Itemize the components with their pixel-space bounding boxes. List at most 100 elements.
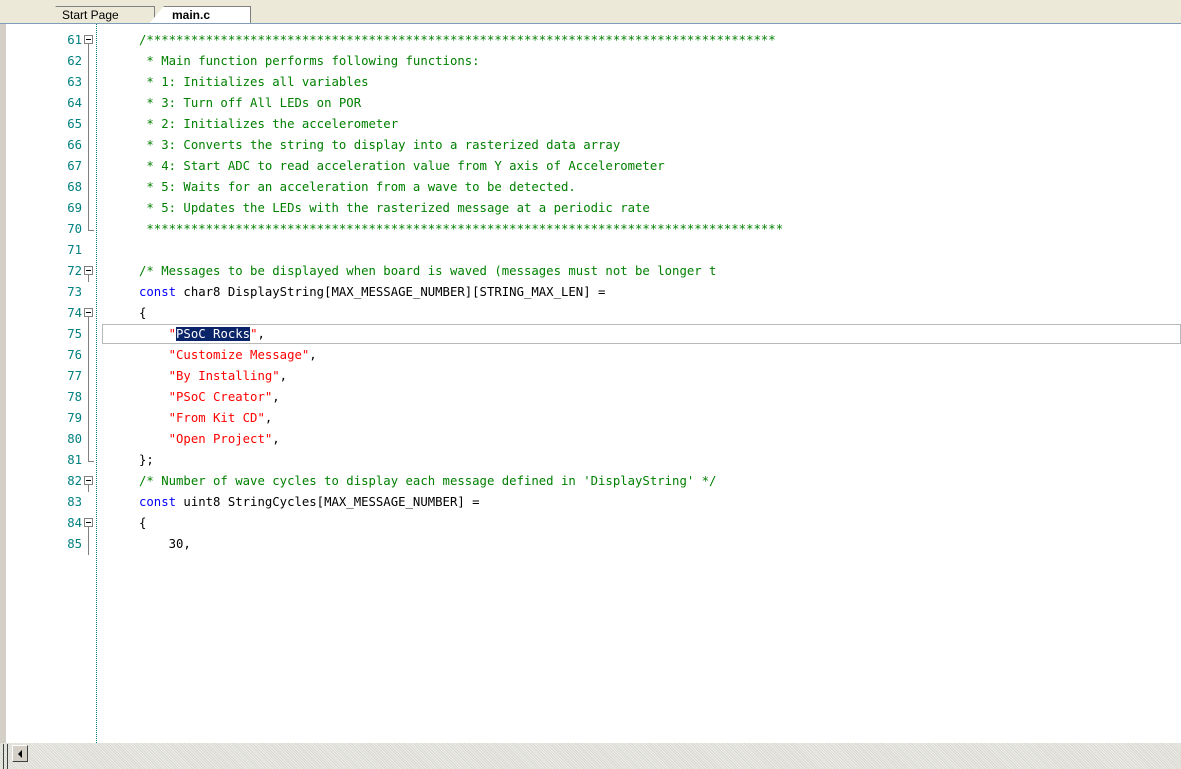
code-token: "By Installing" <box>139 369 280 383</box>
fold-guide <box>84 408 95 429</box>
fold-end-guide <box>84 450 95 471</box>
code-text[interactable]: * 3: Turn off All LEDs on POR <box>139 93 361 114</box>
code-text[interactable]: * 2: Initializes the accelerometer <box>139 114 398 135</box>
code-line[interactable]: 61 /*************************************… <box>6 30 1181 51</box>
code-token: * 5: Updates the LEDs with the rasterize… <box>139 201 650 215</box>
code-line[interactable]: 84 { <box>6 513 1181 534</box>
code-token: "Customize Message" <box>139 348 310 362</box>
code-text[interactable]: "From Kit CD", <box>139 408 273 429</box>
code-line[interactable]: 80 "Open Project", <box>6 429 1181 450</box>
code-token: * 5: Waits for an acceleration from a wa… <box>139 180 576 194</box>
code-line[interactable]: 67 * 4: Start ADC to read acceleration v… <box>6 156 1181 177</box>
line-number: 76 <box>67 348 82 362</box>
code-line[interactable]: 63 * 1: Initializes all variables <box>6 72 1181 93</box>
line-number: 70 <box>67 222 82 236</box>
code-token: "From Kit CD" <box>139 411 265 425</box>
code-line[interactable]: 72 /* Messages to be displayed when board… <box>6 261 1181 282</box>
code-text[interactable]: /***************************************… <box>139 30 776 51</box>
code-text[interactable]: * 3: Converts the string to display into… <box>139 135 620 156</box>
code-text[interactable]: * 1: Initializes all variables <box>139 72 368 93</box>
collapse-toggle-icon[interactable] <box>84 261 95 282</box>
code-text[interactable]: /* Messages to be displayed when board i… <box>139 261 716 282</box>
fold-guide <box>84 198 95 219</box>
code-token: { <box>139 306 147 320</box>
line-number: 74 <box>67 306 82 320</box>
code-token: /* Messages to be displayed when board i… <box>139 264 717 278</box>
code-text[interactable]: "Open Project", <box>139 429 280 450</box>
code-line[interactable]: 77 "By Installing", <box>6 366 1181 387</box>
code-token: 30, <box>139 537 191 551</box>
code-text[interactable]: ****************************************… <box>139 219 783 240</box>
code-text[interactable]: "By Installing", <box>139 366 287 387</box>
collapse-toggle-icon[interactable] <box>84 471 95 492</box>
code-line[interactable]: 71 <box>6 240 1181 261</box>
code-line[interactable]: 66 * 3: Converts the string to display i… <box>6 135 1181 156</box>
code-line[interactable]: 76 "Customize Message", <box>6 345 1181 366</box>
line-number: 85 <box>67 537 82 551</box>
code-editor[interactable]: 61 /*************************************… <box>6 24 1181 743</box>
code-line[interactable]: 83 const uint8 StringCycles[MAX_MESSAGE_N… <box>6 492 1181 513</box>
line-number: 63 <box>67 75 82 89</box>
code-line[interactable]: 68 * 5: Waits for an acceleration from a… <box>6 177 1181 198</box>
line-number: 79 <box>67 411 82 425</box>
tab-strip: Start Page main.c <box>0 0 1181 25</box>
splitter-mark <box>7 744 8 769</box>
code-text[interactable]: 30, <box>139 534 191 555</box>
code-text[interactable]: }; <box>139 450 154 471</box>
code-text[interactable]: "PSoC Creator", <box>139 387 280 408</box>
horizontal-scrollbar[interactable] <box>0 743 1181 769</box>
code-line[interactable]: 62 * Main function performs following fu… <box>6 51 1181 72</box>
fold-guide <box>84 387 95 408</box>
code-line[interactable]: 70 *************************************… <box>6 219 1181 240</box>
line-number: 72 <box>67 264 82 278</box>
line-number: 65 <box>67 117 82 131</box>
code-token: uint8 StringCycles[MAX_MESSAGE_NUMBER] = <box>183 495 480 509</box>
code-text[interactable]: * 5: Updates the LEDs with the rasterize… <box>139 198 650 219</box>
code-text[interactable]: "PSoC Rocks", <box>139 324 265 345</box>
line-number: 71 <box>67 243 82 257</box>
tab-start-page[interactable]: Start Page <box>40 6 155 24</box>
code-line[interactable]: 74 { <box>6 303 1181 324</box>
code-line[interactable]: 64 * 3: Turn off All LEDs on POR <box>6 93 1181 114</box>
code-token: const <box>139 495 184 509</box>
collapse-toggle-icon[interactable] <box>84 513 95 534</box>
code-line[interactable]: 82 /* Number of wave cycles to display ea… <box>6 471 1181 492</box>
code-token: , <box>279 369 288 383</box>
code-token: * Main function performs following funct… <box>139 54 480 68</box>
line-number: 66 <box>67 138 82 152</box>
fold-guide <box>84 114 95 135</box>
code-token: /* Number of wave cycles to display each… <box>139 474 717 488</box>
code-text[interactable]: { <box>139 303 146 324</box>
code-token: * 2: Initializes the accelerometer <box>139 117 399 131</box>
collapse-toggle-icon[interactable] <box>84 303 95 324</box>
code-text[interactable]: { <box>139 513 146 534</box>
fold-guide <box>84 345 95 366</box>
code-token: const <box>139 285 184 299</box>
code-text[interactable]: * Main function performs following funct… <box>139 51 480 72</box>
code-text[interactable]: const char8 DisplayString[MAX_MESSAGE_NU… <box>139 282 605 303</box>
code-line[interactable]: 78 "PSoC Creator", <box>6 387 1181 408</box>
code-line[interactable]: 73 const char8 DisplayString[MAX_MESSAGE_… <box>6 282 1181 303</box>
code-text[interactable]: * 5: Waits for an acceleration from a wa… <box>139 177 576 198</box>
line-number: 81 <box>67 453 82 467</box>
code-line[interactable]: 75 "PSoC Rocks", <box>6 324 1181 345</box>
scroll-left-arrow-icon[interactable] <box>12 745 28 762</box>
code-line[interactable]: 81}; <box>6 450 1181 471</box>
line-number: 78 <box>67 390 82 404</box>
line-number: 75 <box>67 327 82 341</box>
code-line[interactable]: 85 30, <box>6 534 1181 555</box>
code-line[interactable]: 79 "From Kit CD", <box>6 408 1181 429</box>
code-token: }; <box>139 453 154 467</box>
code-line[interactable]: 65 * 2: Initializes the accelerometer <box>6 114 1181 135</box>
fold-empty <box>84 492 95 513</box>
collapse-toggle-icon[interactable] <box>84 30 95 51</box>
code-text[interactable]: "Customize Message", <box>139 345 317 366</box>
code-text[interactable]: * 4: Start ADC to read acceleration valu… <box>139 156 665 177</box>
code-text[interactable]: const uint8 StringCycles[MAX_MESSAGE_NUM… <box>139 492 480 513</box>
code-text[interactable]: /* Number of wave cycles to display each… <box>139 471 716 492</box>
splitter-mark <box>3 744 4 769</box>
code-token: * 4: Start ADC to read acceleration valu… <box>139 159 665 173</box>
line-number: 64 <box>67 96 82 110</box>
code-line[interactable]: 69 * 5: Updates the LEDs with the raster… <box>6 198 1181 219</box>
code-token: , <box>264 411 273 425</box>
